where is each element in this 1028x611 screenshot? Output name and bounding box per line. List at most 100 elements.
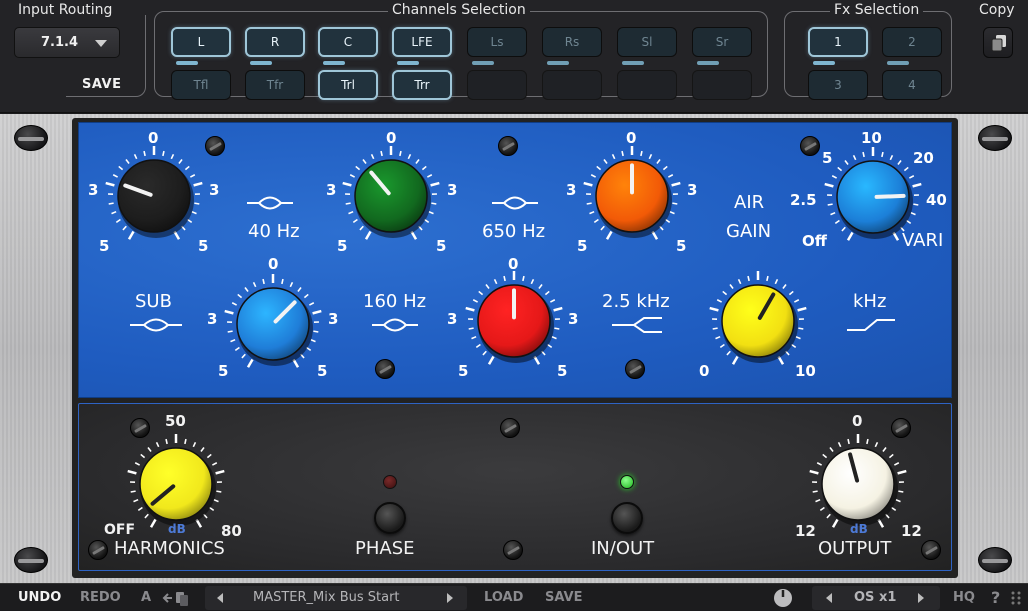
knob-tick xyxy=(829,447,834,452)
bottom-toolbar: UNDO REDO A MASTER_Mix Bus Start LOAD SA… xyxy=(0,583,1028,611)
knob-tick xyxy=(793,299,800,303)
knob-tick xyxy=(200,447,205,452)
knob-tick xyxy=(184,165,190,171)
harmonics-top-label: 50 xyxy=(165,412,186,430)
knob-tick xyxy=(621,150,624,157)
phase-switch[interactable] xyxy=(374,502,406,534)
redo-button[interactable]: REDO xyxy=(80,590,121,605)
ab-copy-icon[interactable] xyxy=(162,590,190,606)
tick-label: 5 xyxy=(436,237,447,255)
knob-tick xyxy=(399,150,402,157)
knob-tick xyxy=(538,284,543,289)
knob-tick xyxy=(774,278,779,285)
air-freq-knob[interactable] xyxy=(721,284,795,358)
knob-tick xyxy=(122,225,127,231)
help-button[interactable]: ? xyxy=(991,588,1000,607)
knob-tick xyxy=(712,327,718,330)
knob-tick xyxy=(349,174,356,178)
freq-label-650hz: 650 Hz xyxy=(482,221,546,242)
knob-tick xyxy=(137,506,143,512)
knob-tick xyxy=(826,513,831,519)
knob-tick xyxy=(415,159,420,164)
knob-tick xyxy=(111,210,117,215)
bell-curve-icon xyxy=(247,196,293,210)
knob-tick xyxy=(866,438,869,445)
knob-tick xyxy=(472,299,479,303)
knob-tick xyxy=(596,165,602,171)
knob-tick xyxy=(798,327,804,330)
power-knob-icon[interactable] xyxy=(772,587,794,609)
output-knob[interactable] xyxy=(821,447,895,521)
low-band-gain-knob[interactable] xyxy=(117,159,191,233)
knob-tick xyxy=(345,202,351,205)
knob-tick xyxy=(522,275,525,282)
knob-tick xyxy=(809,469,819,475)
knob-tick xyxy=(874,441,879,448)
knob-tick xyxy=(211,462,218,466)
tick-label: 5 xyxy=(557,362,568,380)
knob-tick xyxy=(312,309,322,315)
knob-tick xyxy=(478,290,484,296)
tick-label: 2.5 xyxy=(790,191,817,209)
knob-tick xyxy=(910,211,916,216)
bell-curve-icon xyxy=(372,318,418,332)
knob-tick xyxy=(593,218,599,224)
knob-tick xyxy=(407,153,412,160)
knob-tick xyxy=(819,506,825,512)
knob-tick xyxy=(165,438,168,445)
sub-freq-knob[interactable] xyxy=(236,287,310,361)
knob-tick xyxy=(352,218,358,224)
chevron-left-icon[interactable] xyxy=(826,593,832,603)
tick-label: 3 xyxy=(207,310,218,328)
inout-switch[interactable] xyxy=(611,502,643,534)
knob-tick xyxy=(431,202,437,205)
knob-tick xyxy=(105,181,115,187)
knob-tick xyxy=(355,165,361,171)
hq-button[interactable]: HQ xyxy=(953,590,975,605)
knob-tick xyxy=(224,309,234,315)
oversampling-selector[interactable]: OS x1 xyxy=(812,586,940,610)
knob-tick xyxy=(671,181,681,187)
chevron-left-icon[interactable] xyxy=(217,593,223,603)
low-mid-gain-knob[interactable] xyxy=(354,159,428,233)
chevron-right-icon[interactable] xyxy=(447,593,453,603)
knob-tick xyxy=(133,153,138,160)
save-button[interactable]: SAVE xyxy=(545,590,582,605)
knob-tick xyxy=(348,210,354,215)
knob-tick xyxy=(230,338,236,343)
undo-button[interactable]: UNDO xyxy=(18,590,61,605)
knob-tick xyxy=(191,210,197,215)
output-label: OUTPUT xyxy=(818,538,892,559)
knob-tick xyxy=(428,210,434,215)
knob-tick xyxy=(370,153,375,160)
knob-tick xyxy=(144,513,149,519)
resize-grip-icon[interactable] xyxy=(1010,590,1024,606)
knob-tick xyxy=(134,462,141,466)
knob-tick xyxy=(837,441,842,448)
harmonics-knob[interactable] xyxy=(139,447,213,521)
knob-tick xyxy=(553,306,563,312)
knob-tick xyxy=(672,202,678,205)
knob-tick xyxy=(252,281,257,288)
harmonics-label: HARMONICS xyxy=(114,538,225,559)
knob-tick xyxy=(822,453,828,459)
knob-tick xyxy=(766,275,769,282)
knob-tick xyxy=(362,159,367,164)
chevron-right-icon[interactable] xyxy=(918,593,924,603)
knob-tick xyxy=(231,302,238,306)
knob-tick xyxy=(465,306,475,312)
knob-tick xyxy=(605,230,613,240)
tick-label: 3 xyxy=(687,181,698,199)
preset-selector[interactable]: MASTER_Mix Bus Start xyxy=(205,586,467,610)
knob-tick xyxy=(648,153,653,160)
knob-tick xyxy=(912,182,922,188)
ab-toggle[interactable]: A xyxy=(141,590,151,605)
inout-label: IN/OUT xyxy=(591,538,655,559)
tick-label: 40 xyxy=(926,191,947,209)
knob-tick xyxy=(297,287,302,292)
phase-label: PHASE xyxy=(355,538,415,559)
tick-label: 5 xyxy=(218,362,229,380)
load-button[interactable]: LOAD xyxy=(484,590,523,605)
knob-tick xyxy=(215,469,225,475)
tick-label: 3 xyxy=(566,181,577,199)
